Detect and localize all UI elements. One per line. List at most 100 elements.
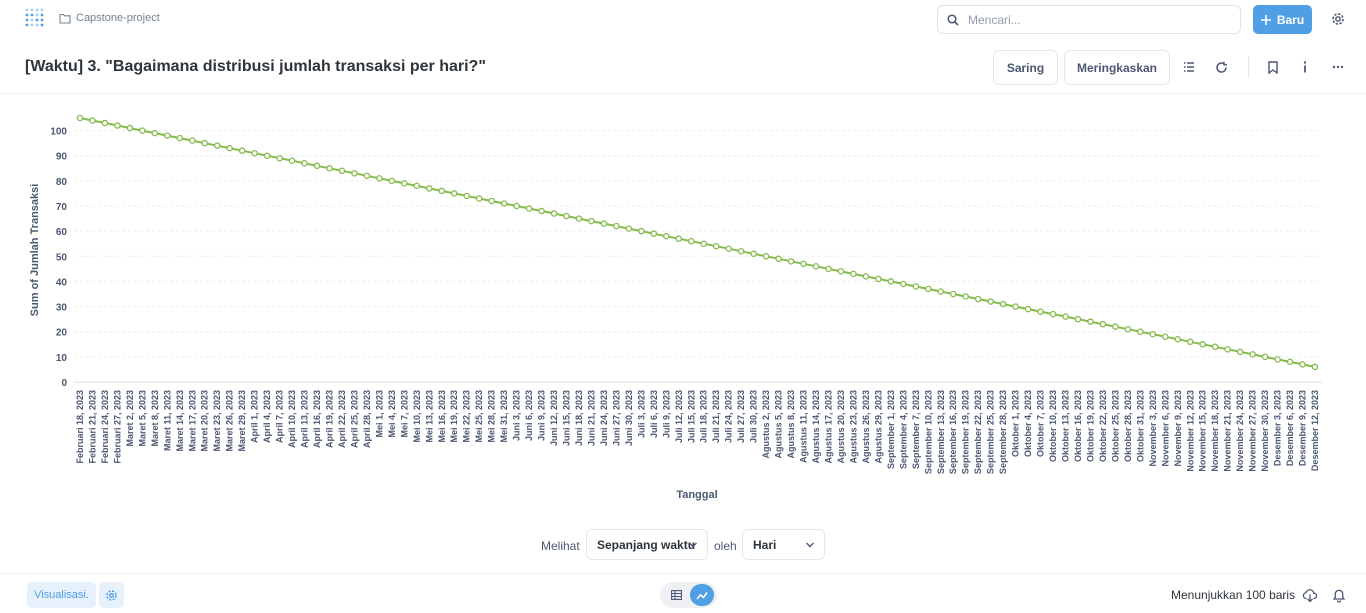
data-point[interactable] <box>974 295 982 303</box>
data-point[interactable] <box>688 237 695 245</box>
data-point[interactable] <box>875 275 882 283</box>
data-point[interactable] <box>999 300 1007 308</box>
data-point[interactable] <box>962 293 969 300</box>
data-point[interactable] <box>538 207 545 215</box>
metabase-logo-icon[interactable] <box>24 7 46 29</box>
data-point[interactable] <box>438 187 446 195</box>
data-point[interactable] <box>737 248 745 255</box>
data-point[interactable] <box>189 137 196 144</box>
data-point[interactable] <box>625 225 633 232</box>
data-point[interactable] <box>1074 315 1082 323</box>
settings-gear-icon[interactable] <box>1330 11 1346 27</box>
data-point[interactable] <box>1024 305 1032 313</box>
data-point[interactable] <box>1137 328 1144 335</box>
data-point[interactable] <box>89 117 96 124</box>
data-point[interactable] <box>288 157 296 164</box>
data-point[interactable] <box>887 278 895 285</box>
data-point[interactable] <box>800 260 807 268</box>
data-point[interactable] <box>313 162 321 170</box>
data-point[interactable] <box>1124 325 1132 333</box>
data-point[interactable] <box>500 200 508 207</box>
data-point[interactable] <box>238 147 246 154</box>
data-point[interactable] <box>164 132 171 139</box>
bookmark-icon[interactable] <box>1264 58 1282 76</box>
data-point[interactable] <box>550 210 558 217</box>
data-point[interactable] <box>563 212 570 220</box>
data-point[interactable] <box>1162 333 1169 340</box>
data-point[interactable] <box>1012 303 1019 310</box>
line-chart[interactable]: 0102030405060708090100Februari 18, 2023 F… <box>0 100 1366 510</box>
data-point[interactable] <box>351 170 358 177</box>
data-point[interactable] <box>812 263 820 270</box>
data-point[interactable] <box>76 114 84 122</box>
data-point[interactable] <box>376 175 383 182</box>
data-point[interactable] <box>600 220 608 227</box>
data-point[interactable] <box>426 185 433 192</box>
data-point[interactable] <box>1187 338 1194 346</box>
data-point[interactable] <box>463 192 470 200</box>
data-point[interactable] <box>525 205 533 212</box>
data-point[interactable] <box>363 172 371 180</box>
data-point[interactable] <box>413 182 421 190</box>
data-point[interactable] <box>388 177 396 185</box>
data-point[interactable] <box>1224 346 1231 353</box>
data-point[interactable] <box>700 240 707 247</box>
data-point[interactable] <box>1286 358 1294 366</box>
new-button[interactable]: Baru <box>1253 5 1312 34</box>
data-point[interactable] <box>900 280 907 288</box>
data-point[interactable] <box>201 139 208 147</box>
data-point[interactable] <box>575 215 583 222</box>
data-point[interactable] <box>912 283 920 290</box>
data-point[interactable] <box>338 167 346 175</box>
data-point[interactable] <box>1299 361 1306 368</box>
data-point[interactable] <box>949 290 957 298</box>
data-point[interactable] <box>1174 336 1182 343</box>
data-point[interactable] <box>301 160 308 167</box>
data-point[interactable] <box>862 273 870 280</box>
data-point[interactable] <box>326 165 333 172</box>
data-point[interactable] <box>513 202 520 210</box>
data-point[interactable] <box>126 124 134 132</box>
data-point[interactable] <box>638 227 645 235</box>
data-point[interactable] <box>101 119 109 127</box>
data-point[interactable] <box>139 127 146 134</box>
data-point[interactable] <box>226 144 233 152</box>
data-point[interactable] <box>712 242 720 250</box>
data-point[interactable] <box>1211 343 1219 351</box>
data-point[interactable] <box>1249 351 1256 358</box>
gear-icon[interactable] <box>99 582 124 608</box>
search-input[interactable]: Mencari... <box>937 5 1241 34</box>
data-point[interactable] <box>213 142 221 149</box>
data-point[interactable] <box>787 258 795 265</box>
data-point[interactable] <box>650 230 658 237</box>
data-point[interactable] <box>750 250 757 258</box>
data-point[interactable] <box>263 152 271 159</box>
notebook-icon[interactable] <box>1180 58 1198 76</box>
filter-button[interactable]: Saring <box>993 50 1058 85</box>
data-point[interactable] <box>450 190 458 197</box>
data-point[interactable] <box>725 245 732 252</box>
data-point[interactable] <box>1236 348 1244 356</box>
data-point[interactable] <box>1274 356 1281 363</box>
breadcrumb[interactable]: Capstone-project <box>59 12 160 24</box>
data-point[interactable] <box>837 268 845 275</box>
table-chart-toggle[interactable] <box>660 582 717 608</box>
data-point[interactable] <box>675 235 683 242</box>
refresh-icon[interactable] <box>1212 58 1230 76</box>
data-point[interactable] <box>850 270 857 278</box>
data-point[interactable] <box>1099 320 1107 328</box>
info-icon[interactable] <box>1296 58 1314 76</box>
data-point[interactable] <box>588 217 595 225</box>
data-point[interactable] <box>1311 363 1319 371</box>
data-point[interactable] <box>401 180 408 187</box>
data-point[interactable] <box>825 265 832 273</box>
data-point[interactable] <box>1087 318 1094 325</box>
data-point[interactable] <box>114 122 121 129</box>
data-point[interactable] <box>663 232 670 240</box>
data-point[interactable] <box>937 288 945 295</box>
data-point[interactable] <box>775 255 782 263</box>
data-point[interactable] <box>488 197 495 205</box>
data-point[interactable] <box>1062 313 1069 320</box>
table-icon[interactable] <box>667 587 685 603</box>
line-chart-icon[interactable] <box>690 584 714 606</box>
